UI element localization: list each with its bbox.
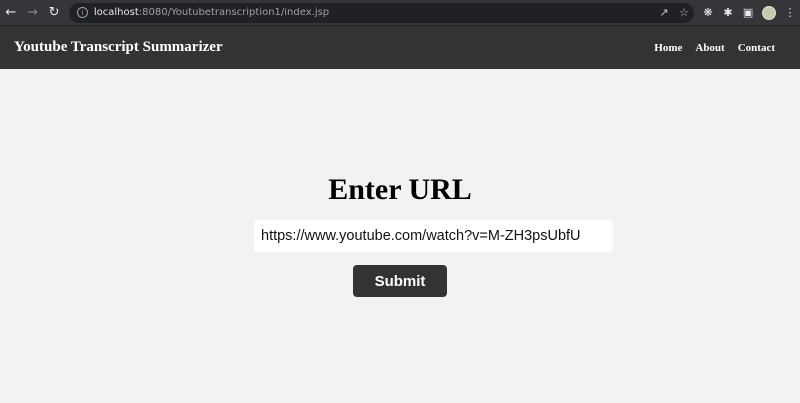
nav-links: Home About Contact [654, 42, 775, 54]
site-navbar: Youtube Transcript Summarizer Home About… [0, 26, 800, 69]
reload-icon[interactable]: ↻ [43, 2, 65, 24]
nav-link-about[interactable]: About [695, 42, 724, 54]
star-icon[interactable]: ☆ [674, 6, 694, 19]
brand-title[interactable]: Youtube Transcript Summarizer [14, 39, 223, 56]
nav-link-contact[interactable]: Contact [738, 42, 775, 54]
back-icon[interactable]: ← [0, 2, 22, 24]
sidepanel-icon[interactable]: ▣ [738, 6, 758, 19]
browser-toolbar: ← → ↻ i localhost :8080/Youtubetranscrip… [0, 0, 800, 26]
share-icon[interactable]: ↗ [654, 6, 674, 19]
extension-icon[interactable]: ❋ [698, 6, 718, 19]
url-host: localhost [93, 7, 139, 18]
submit-button[interactable]: Submit [353, 265, 447, 297]
url-input[interactable] [254, 220, 613, 252]
address-bar[interactable]: i localhost :8080/Youtubetranscription1/… [68, 2, 695, 23]
nav-link-home[interactable]: Home [654, 42, 682, 54]
menu-icon[interactable]: ⋮ [780, 6, 800, 19]
main-content: Enter URL Submit [0, 69, 800, 403]
info-icon[interactable]: i [76, 7, 88, 18]
profile-avatar[interactable] [762, 5, 777, 20]
url-path: :8080/Youtubetranscription1/index.jsp [138, 7, 330, 18]
puzzle-icon[interactable]: ✱ [718, 6, 738, 19]
forward-icon[interactable]: → [22, 2, 44, 24]
page-heading: Enter URL [328, 173, 472, 206]
